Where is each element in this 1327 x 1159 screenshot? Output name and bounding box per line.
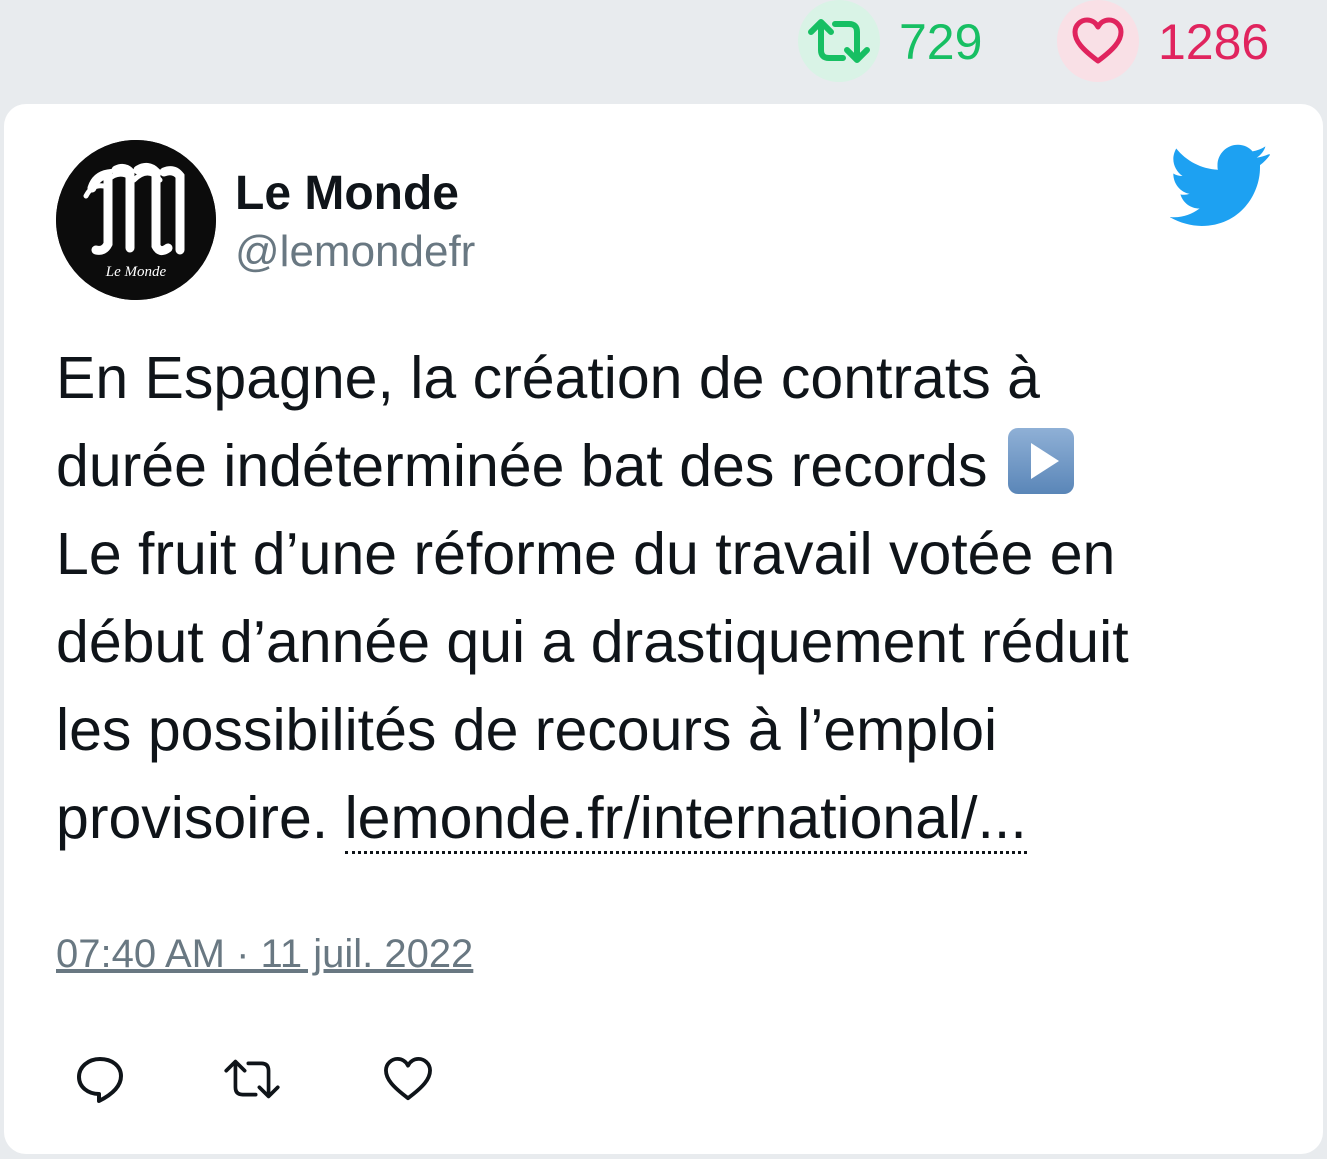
avatar[interactable]: Le Monde — [56, 140, 216, 300]
reply-icon[interactable] — [70, 1049, 130, 1109]
heart-icon[interactable] — [378, 1049, 438, 1109]
author-display-name[interactable]: Le Monde — [235, 166, 459, 222]
tweet-line: provisoire. — [56, 785, 329, 851]
tweet-line: les possibilités de recours à l’emploi — [56, 697, 998, 763]
tweet-line: durée indéterminée bat des records — [56, 433, 988, 499]
like-count: 1286 — [1158, 14, 1270, 70]
twitter-bird-icon[interactable] — [1169, 144, 1271, 228]
heart-icon[interactable] — [1057, 0, 1139, 82]
article-link[interactable]: lemonde.fr/international/... — [344, 785, 1027, 854]
tweet-line: En Espagne, la création de contrats à — [56, 345, 1040, 411]
retweet-icon[interactable] — [222, 1049, 282, 1109]
retweet-icon[interactable] — [798, 0, 880, 82]
engagement-stats: 729 1286 — [0, 0, 1327, 100]
play-button-emoji — [1007, 428, 1074, 494]
tweet-timestamp[interactable]: 07:40 AM · 11 juil. 2022 — [56, 928, 473, 980]
tweet-line: Le fruit d’une réforme du travail votée … — [56, 521, 1116, 587]
svg-text:Le Monde: Le Monde — [105, 264, 167, 280]
author-handle[interactable]: @lemondefr — [235, 226, 475, 278]
tweet-actions — [4, 1049, 604, 1109]
tweet-text: En Espagne, la création de contrats à du… — [56, 334, 1296, 862]
retweet-count: 729 — [899, 14, 983, 70]
tweet-line: début d’année qui a drastiquement réduit — [56, 609, 1129, 675]
tweet-card: Le Monde Le Monde @lemondefr En Espagne,… — [4, 104, 1323, 1154]
